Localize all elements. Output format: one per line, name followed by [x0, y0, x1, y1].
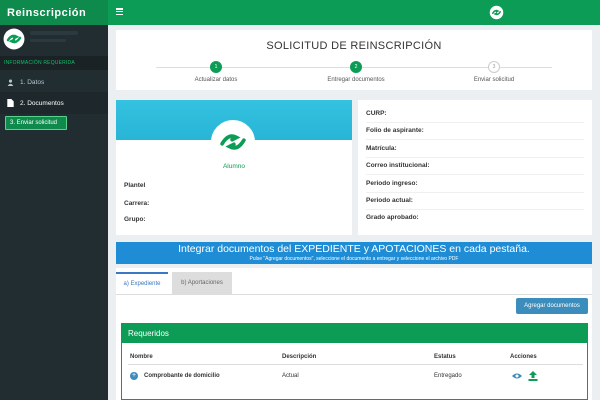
- divider: [366, 174, 584, 175]
- divider: [366, 157, 584, 158]
- documents-panel: a) Expediente b) Aportaciones Agregar do…: [116, 268, 592, 400]
- field-periodo-actual: Periodo actual:: [366, 197, 413, 204]
- column-header-acciones: Acciones: [510, 354, 537, 360]
- divider: [366, 209, 584, 210]
- field-carrera: Carrera:: [124, 200, 150, 207]
- sidebar: INFORMACIÓN REQUERIDA 1. Datos 2. Docume…: [0, 25, 108, 400]
- tab-expediente[interactable]: a) Expediente: [116, 272, 168, 294]
- menu-toggle-icon[interactable]: [116, 8, 123, 15]
- field-folio: Folio de aspirante:: [366, 127, 424, 134]
- column-header-descripcion: Descripción: [282, 354, 317, 360]
- app-brand: Reinscripción: [0, 0, 108, 25]
- sidebar-item-datos[interactable]: 1. Datos: [0, 71, 108, 93]
- tab-aportaciones[interactable]: b) Aportaciones: [172, 272, 232, 294]
- field-grado-aprobado: Grado aprobado:: [366, 214, 419, 221]
- divider: [366, 192, 584, 193]
- banner-title: Integrar documentos del EXPEDIENTE y APO…: [178, 243, 530, 255]
- field-matricula: Matrícula:: [366, 145, 397, 152]
- table-cell-descripcion: Actual: [282, 373, 299, 379]
- sidebar-header: INFORMACIÓN REQUERIDA: [0, 56, 108, 70]
- logo-icon: [489, 5, 504, 20]
- view-icon[interactable]: [512, 372, 522, 380]
- page-title: SOLICITUD DE REINSCRIPCIÓN: [266, 40, 442, 52]
- wizard-card: SOLICITUD DE REINSCRIPCIÓN 1 2 3 Actuali…: [116, 30, 592, 90]
- file-icon: [6, 99, 14, 107]
- field-curp: CURP:: [366, 110, 387, 117]
- field-periodo-ingreso: Periodo ingreso:: [366, 180, 418, 187]
- tab-divider: [116, 294, 592, 295]
- column-header-estatus: Estatus: [434, 354, 456, 360]
- banner-subtitle: Pulse "Agregar documentos", seleccione e…: [249, 256, 459, 262]
- required-panel-title: Requeridos: [122, 324, 587, 343]
- field-grupo: Grupo:: [124, 216, 146, 223]
- profile-role: Alumno: [222, 163, 246, 170]
- step-1-indicator[interactable]: 1: [210, 61, 222, 73]
- field-correo: Correo institucional:: [366, 162, 430, 169]
- required-documents-panel: Requeridos Nombre Descripción Estatus Ac…: [121, 323, 588, 400]
- column-header-nombre: Nombre: [130, 354, 153, 360]
- table-cell-estatus: Entregado: [434, 373, 462, 379]
- upload-icon[interactable]: [528, 371, 538, 381]
- divider: [366, 139, 584, 140]
- divider: [366, 122, 584, 123]
- user-logo-icon: [3, 28, 25, 50]
- sidebar-item-label: 2. Documentos: [20, 99, 64, 107]
- step-1-label: Actualizar datos: [194, 77, 238, 83]
- user-status-placeholder: [30, 39, 66, 42]
- user-name-placeholder: [30, 31, 78, 35]
- instructions-banner: Integrar documentos del EXPEDIENTE y APO…: [116, 242, 592, 264]
- user-icon: [6, 78, 14, 86]
- table-cell-nombre: Comprobante de domicilio: [144, 373, 220, 379]
- step-2-label: Entregar documentos: [327, 77, 385, 83]
- add-documents-button[interactable]: Agregar documentos: [516, 298, 588, 314]
- step-3-indicator[interactable]: 3: [488, 61, 500, 73]
- step-3-label: Enviar solicitud: [473, 77, 515, 83]
- student-info-card: CURP: Folio de aspirante: Matrícula: Cor…: [358, 100, 592, 235]
- top-navbar: [108, 0, 600, 25]
- table-header-divider: [128, 364, 583, 365]
- step-2-indicator[interactable]: 2: [350, 61, 362, 73]
- profile-card: Alumno Plantel Carrera: Grupo:: [116, 100, 352, 235]
- sidebar-item-label: 1. Datos: [20, 78, 45, 86]
- avatar: [211, 120, 255, 164]
- expand-row-icon[interactable]: +: [130, 372, 138, 380]
- sidebar-item-documentos[interactable]: 2. Documentos: [0, 92, 108, 114]
- send-request-button[interactable]: 3. Enviar solicitud: [5, 116, 67, 130]
- field-plantel: Plantel: [124, 182, 146, 189]
